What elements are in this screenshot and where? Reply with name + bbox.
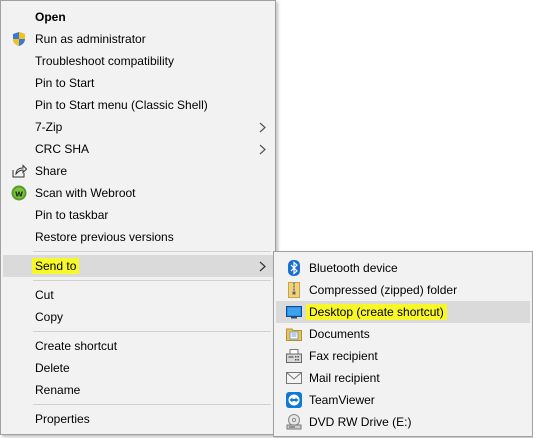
menu-item-label: Create shortcut bbox=[35, 339, 118, 353]
menu-item-create-shortcut[interactable]: Create shortcut bbox=[3, 335, 273, 357]
send-to-mail-recipient[interactable]: Mail recipient bbox=[276, 367, 530, 389]
fax-icon bbox=[286, 348, 302, 364]
menu-separator bbox=[33, 331, 271, 332]
menu-item-label: Pin to Start menu (Classic Shell) bbox=[35, 98, 208, 112]
share-icon bbox=[11, 163, 27, 179]
submenu-item-label: Bluetooth device bbox=[309, 261, 398, 275]
chevron-right-icon bbox=[257, 116, 267, 138]
svg-text:w: w bbox=[15, 190, 23, 200]
menu-item-label: Scan with Webroot bbox=[35, 186, 136, 200]
menu-item-label: Pin to taskbar bbox=[35, 208, 109, 222]
menu-item-properties[interactable]: Properties bbox=[3, 408, 273, 430]
submenu-item-label: DVD RW Drive (E:) bbox=[309, 415, 412, 429]
send-to-desktop-create-shortcut[interactable]: Desktop (create shortcut) bbox=[276, 301, 530, 323]
documents-icon bbox=[286, 326, 302, 342]
menu-item-label-wrap: Send to bbox=[32, 255, 80, 277]
menu-item-7zip[interactable]: 7-Zip bbox=[3, 116, 273, 138]
dvd-drive-icon bbox=[286, 414, 302, 430]
submenu-item-label: Desktop (create shortcut) bbox=[306, 304, 447, 320]
menu-separator bbox=[33, 280, 271, 281]
menu-item-label: CRC SHA bbox=[35, 142, 90, 156]
menu-item-rename[interactable]: Rename bbox=[3, 379, 273, 401]
menu-item-pin-to-taskbar[interactable]: Pin to taskbar bbox=[3, 204, 273, 226]
zip-folder-icon bbox=[286, 282, 302, 298]
menu-item-pin-to-start-classic-shell[interactable]: Pin to Start menu (Classic Shell) bbox=[3, 94, 273, 116]
menu-separator bbox=[33, 251, 271, 252]
menu-item-send-to[interactable]: Send to bbox=[3, 255, 273, 277]
submenu-item-label: TeamViewer bbox=[309, 393, 375, 407]
send-to-bluetooth-device[interactable]: Bluetooth device bbox=[276, 257, 530, 279]
menu-item-label: Properties bbox=[35, 412, 90, 426]
menu-item-label: Cut bbox=[35, 288, 54, 302]
submenu-item-label-wrap: Desktop (create shortcut) bbox=[306, 301, 447, 323]
menu-item-cut[interactable]: Cut bbox=[3, 284, 273, 306]
submenu-item-label: Compressed (zipped) folder bbox=[309, 283, 458, 297]
uac-shield-icon bbox=[11, 31, 27, 47]
menu-item-label: Copy bbox=[35, 310, 64, 324]
mail-icon bbox=[286, 370, 302, 386]
submenu-item-label: Fax recipient bbox=[309, 349, 378, 363]
send-to-teamviewer[interactable]: TeamViewer bbox=[276, 389, 530, 411]
menu-item-open[interactable]: Open bbox=[3, 6, 273, 28]
submenu-item-label: Documents bbox=[309, 327, 370, 341]
menu-item-label: Share bbox=[35, 164, 68, 178]
send-to-documents[interactable]: Documents bbox=[276, 323, 530, 345]
menu-separator bbox=[33, 404, 271, 405]
menu-item-label: 7-Zip bbox=[35, 120, 63, 134]
menu-item-crc-sha[interactable]: CRC SHA bbox=[3, 138, 273, 160]
menu-item-label: Pin to Start bbox=[35, 76, 95, 90]
menu-item-pin-to-start[interactable]: Pin to Start bbox=[3, 72, 273, 94]
chevron-right-icon bbox=[257, 138, 267, 160]
menu-item-label: Delete bbox=[35, 361, 70, 375]
menu-item-label: Restore previous versions bbox=[35, 230, 174, 244]
menu-item-scan-with-webroot[interactable]: w Scan with Webroot bbox=[3, 182, 273, 204]
menu-item-label: Rename bbox=[35, 383, 81, 397]
chevron-right-icon bbox=[257, 255, 267, 277]
menu-item-label: Run as administrator bbox=[35, 32, 146, 46]
send-to-dvd-rw-drive[interactable]: DVD RW Drive (E:) bbox=[276, 411, 530, 433]
send-to-compressed-folder[interactable]: Compressed (zipped) folder bbox=[276, 279, 530, 301]
menu-item-restore-previous-versions[interactable]: Restore previous versions bbox=[3, 226, 273, 248]
send-to-submenu: Bluetooth device Compressed (zipped) fol… bbox=[273, 251, 533, 437]
menu-item-share[interactable]: Share bbox=[3, 160, 273, 182]
menu-item-run-as-administrator[interactable]: Run as administrator bbox=[3, 28, 273, 50]
menu-item-delete[interactable]: Delete bbox=[3, 357, 273, 379]
menu-item-label: Troubleshoot compatibility bbox=[35, 54, 174, 68]
send-to-fax-recipient[interactable]: Fax recipient bbox=[276, 345, 530, 367]
teamviewer-icon bbox=[286, 392, 302, 408]
webroot-icon: w bbox=[11, 185, 27, 201]
desktop-icon bbox=[286, 304, 302, 320]
menu-item-copy[interactable]: Copy bbox=[3, 306, 273, 328]
bluetooth-icon bbox=[286, 260, 302, 276]
menu-item-label: Open bbox=[35, 10, 66, 24]
context-menu: Open Run as administrator Troubleshoot c… bbox=[0, 0, 276, 435]
menu-item-troubleshoot-compatibility[interactable]: Troubleshoot compatibility bbox=[3, 50, 273, 72]
menu-item-label: Send to bbox=[32, 258, 80, 274]
submenu-item-label: Mail recipient bbox=[309, 371, 380, 385]
